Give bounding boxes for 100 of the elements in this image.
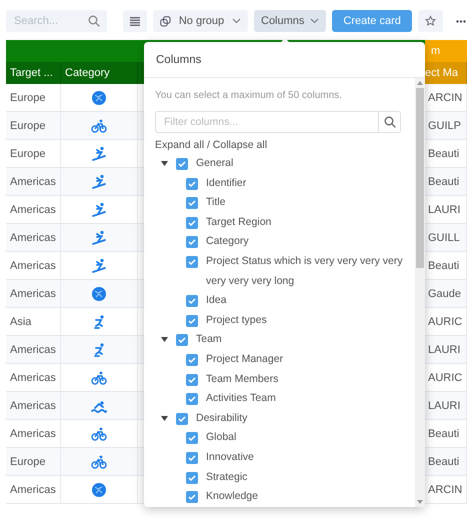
checkmark-icon (188, 454, 196, 462)
search-field[interactable]: Search... (6, 10, 107, 32)
snowboarder-icon (91, 174, 107, 190)
group-button[interactable]: No group (153, 10, 248, 32)
collapse-triangle-icon[interactable] (161, 337, 168, 342)
checkmark-icon (188, 297, 196, 306)
table-cell: Europe (6, 84, 61, 111)
checkmark-icon (178, 160, 186, 168)
checkmark-icon (188, 434, 196, 442)
column-label: Project Status which is very very very very very very very long (206, 254, 404, 289)
popover-title: Columns (156, 54, 202, 66)
group-icon (160, 16, 171, 26)
chevron-down-icon (232, 18, 241, 24)
checkmark-icon (188, 180, 196, 188)
column-label: Global (206, 430, 238, 446)
table-cell: Americas (6, 196, 61, 223)
column-label: Team Members (206, 372, 280, 387)
checkmark-icon (188, 199, 196, 208)
checkmark-icon (188, 376, 196, 384)
checkbox[interactable] (186, 295, 198, 308)
snowboarder-icon (91, 202, 107, 218)
column-label: Idea (206, 293, 228, 308)
table-cell: Americas (6, 364, 61, 391)
checkmark-icon (188, 238, 196, 246)
column-label: Project types (206, 312, 268, 328)
checkmark-icon (188, 474, 196, 482)
list-view-button[interactable] (123, 10, 147, 32)
group-header: m (425, 40, 467, 62)
scrollbar-thumb[interactable] (416, 88, 424, 268)
checkbox[interactable] (186, 236, 198, 248)
columns-button[interactable]: Columns (254, 10, 326, 32)
scroll-down-icon[interactable] (417, 500, 423, 504)
checkmark-icon (188, 218, 196, 227)
ball-icon (91, 286, 107, 302)
table-cell: Americas (6, 420, 61, 447)
checkbox[interactable] (186, 256, 198, 268)
checkbox[interactable] (176, 158, 188, 170)
table-cell: Americas (6, 392, 61, 419)
table-cell: Europe (6, 112, 61, 139)
table-cell: Americas (6, 252, 61, 279)
checkbox[interactable] (186, 491, 198, 504)
column-label: Knowledge (206, 489, 259, 504)
ball-icon (91, 482, 107, 498)
column-header[interactable]: Category (61, 62, 138, 84)
column-label: Target Region (206, 214, 272, 230)
bicycle-icon (91, 454, 107, 470)
star-icon (424, 15, 436, 27)
more-icon (456, 20, 466, 22)
table-cell: Americas (6, 280, 61, 307)
collapse-triangle-icon[interactable] (161, 161, 168, 166)
bicycle-icon (91, 370, 107, 386)
checkmark-icon (188, 316, 196, 325)
bicycle-icon (91, 426, 107, 442)
checkbox[interactable] (186, 197, 198, 210)
ball-icon (91, 90, 107, 106)
snowboarder-icon (91, 258, 107, 274)
group-label: Desirability (196, 410, 248, 426)
table-cell: Europe (6, 140, 61, 167)
bicycle-icon (91, 118, 107, 134)
checkbox[interactable] (186, 216, 198, 229)
chevron-down-icon (310, 18, 320, 24)
hint-text: You can select a maximum of 50 columns. (155, 90, 343, 101)
checkbox[interactable] (186, 178, 198, 190)
checkmark-icon (178, 336, 186, 344)
checkbox[interactable] (186, 314, 198, 327)
snowboarder-icon (91, 230, 107, 246)
column-label: Strategic (206, 470, 248, 484)
column-label: Title (206, 195, 226, 210)
checkmark-icon (178, 414, 186, 423)
checkbox[interactable] (176, 412, 188, 425)
search-icon (88, 15, 100, 27)
collapse-triangle-icon[interactable] (161, 416, 168, 421)
table-cell: Asia (6, 308, 61, 335)
group-label: Team (196, 332, 223, 348)
column-label: Identifier (206, 176, 248, 191)
column-header[interactable]: Target ... (6, 62, 61, 84)
table-cell: Americas (6, 336, 61, 363)
checkmark-icon (188, 356, 196, 364)
table-cell: Europe (6, 448, 61, 475)
search-button[interactable] (378, 112, 400, 132)
filter-field[interactable]: Filter columns... (155, 111, 401, 133)
checkbox[interactable] (176, 334, 188, 346)
checkbox[interactable] (186, 354, 198, 366)
column-label: Innovative (206, 450, 255, 465)
checkmark-icon (188, 493, 196, 502)
scrollbar[interactable] (415, 78, 425, 507)
column-label: Activities Team (206, 391, 277, 406)
checkbox[interactable] (186, 432, 198, 444)
group-label: General (196, 156, 234, 171)
checkbox[interactable] (186, 374, 198, 386)
checkbox[interactable] (186, 472, 198, 484)
checkmark-icon (188, 395, 196, 404)
checkmark-icon (188, 258, 196, 266)
table-cell: Americas (6, 224, 61, 251)
expand-collapse-link[interactable]: Expand all / Collapse all (155, 139, 268, 151)
checkbox[interactable] (186, 393, 198, 406)
snowboarder-icon (91, 146, 107, 162)
checkbox[interactable] (186, 452, 198, 464)
favorite-button[interactable] (418, 10, 443, 32)
list-icon (130, 16, 140, 26)
